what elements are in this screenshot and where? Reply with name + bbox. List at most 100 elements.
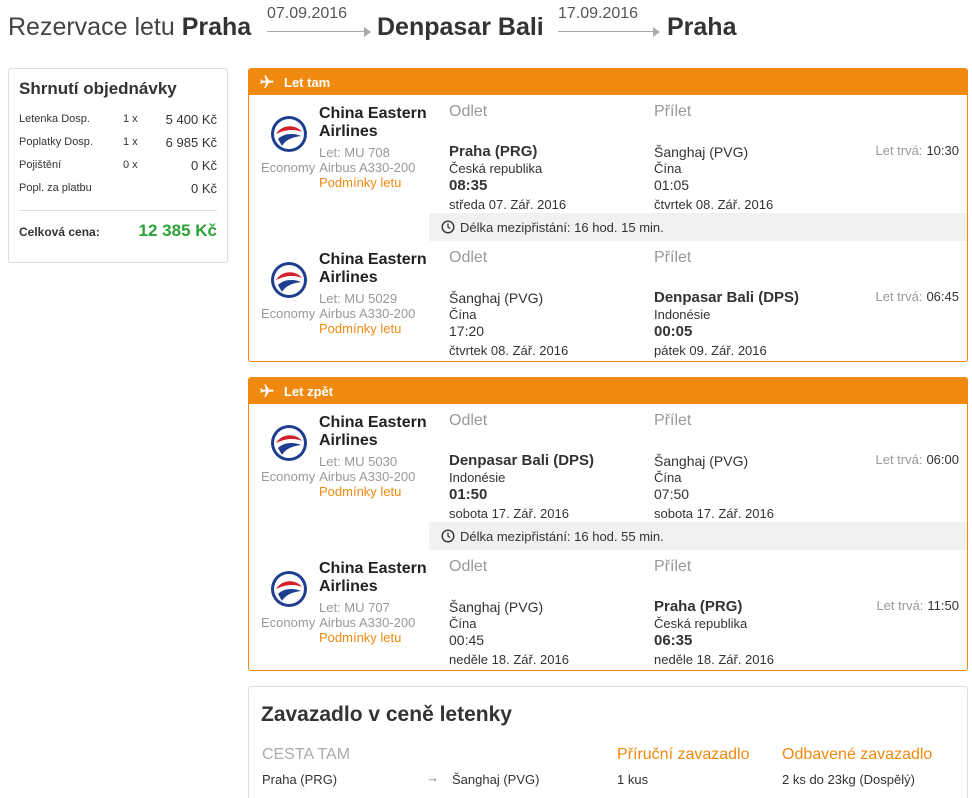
flight-number: Let: MU 5029 <box>319 291 398 306</box>
checked-baggage-value: 2 ks do 23kg (Dospělý) <box>782 772 915 787</box>
layover-text: Délka mezipřistání: 16 hod. 15 min. <box>460 220 664 235</box>
header-return-date: 17.09.2016 <box>558 5 639 22</box>
cabin-class: Economy <box>261 615 316 630</box>
cabin-aircraft: Economy Airbus A330-200 <box>261 615 415 630</box>
airplane-icon <box>260 75 274 88</box>
baggage-section: Zavazadlo v ceně letenky CESTA TAM Příru… <box>248 686 968 798</box>
arrival-date: sobota 17. Zář. 2016 <box>654 506 774 521</box>
departure-heading: Odlet <box>449 249 488 266</box>
arrival-date: pátek 09. Zář. 2016 <box>654 343 767 358</box>
flight-conditions-link[interactable]: Podmínky letu <box>319 321 401 336</box>
baggage-from: Praha (PRG) <box>262 772 338 787</box>
summary-total: Celková cena: 12 385 Kč <box>19 221 217 245</box>
departure-heading: Odlet <box>449 103 488 120</box>
airplane-icon <box>260 384 274 397</box>
aircraft: Airbus A330-200 <box>319 160 416 175</box>
duration-label: Let trvá: <box>875 289 923 304</box>
arrival-heading: Přílet <box>654 249 692 266</box>
flight-conditions-link[interactable]: Podmínky letu <box>319 175 401 190</box>
flight-number: Let: MU 707 <box>319 600 390 615</box>
summary-row-price: 5 400 Kč <box>165 112 217 127</box>
cabin-class: Economy <box>261 469 316 484</box>
departure-date: sobota 17. Zář. 2016 <box>449 506 569 521</box>
aircraft: Airbus A330-200 <box>319 306 416 321</box>
layover-text: Délka mezipřistání: 16 hod. 55 min. <box>460 529 664 544</box>
departure-city: Šanghaj (PVG) <box>449 290 544 306</box>
header-origin: Praha <box>181 13 252 41</box>
duration-value: 11:50 <box>927 598 959 613</box>
outbound-panel: Let tam China Eastern Airlines Let: MU 7… <box>248 68 968 362</box>
china-eastern-logo-icon <box>271 425 307 461</box>
total-label: Celková cena: <box>19 225 100 239</box>
flight-conditions-link[interactable]: Podmínky letu <box>319 484 401 499</box>
departure-info: Denpasar Bali (DPS) Indonésie 01:50 sobo… <box>449 452 649 522</box>
departure-country: Čína <box>449 616 477 631</box>
layover-bar: Délka mezipřistání: 16 hod. 15 min. <box>429 213 967 241</box>
summary-row-label: Poplatky Dosp. <box>19 136 93 148</box>
summary-row-label: Letenka Dosp. <box>19 113 90 125</box>
airline-name: China Eastern Airlines <box>319 251 427 286</box>
departure-city: Praha (PRG) <box>449 143 538 160</box>
inbound-panel: Let zpět China Eastern Airlines Let: MU … <box>248 377 968 671</box>
flight-number: Let: MU 5030 <box>319 454 398 469</box>
cabin-class: Economy <box>261 306 316 321</box>
duration-label: Let trvá: <box>875 452 923 467</box>
inbound-title: Let zpět <box>284 384 334 399</box>
arrival-heading: Přílet <box>654 558 692 575</box>
departure-time: 01:50 <box>449 486 488 503</box>
airline-name: China Eastern Airlines <box>319 414 427 449</box>
arrival-info: Praha (PRG) Česká republika 06:35 neděle… <box>654 598 854 668</box>
flight-leg: China Eastern Airlines Let: MU 5029 Econ… <box>249 241 967 361</box>
departure-country: Indonésie <box>449 470 506 485</box>
arrival-time: 06:35 <box>654 632 693 649</box>
arrival-heading: Přílet <box>654 412 692 429</box>
flight-duration: Let trvá: 11:50 <box>876 598 959 613</box>
arrival-city: Denpasar Bali (DPS) <box>654 289 800 306</box>
carry-on-heading: Příruční zavazadlo <box>617 746 750 763</box>
arrival-date: čtvrtek 08. Zář. 2016 <box>654 197 774 212</box>
arrival-country: Čína <box>654 470 682 485</box>
china-eastern-logo-icon <box>271 571 307 607</box>
summary-row-price: 0 Kč <box>190 158 217 173</box>
arrival-heading: Přílet <box>654 103 692 120</box>
summary-row-label: Pojištění <box>19 159 62 171</box>
arrival-date: neděle 18. Zář. 2016 <box>654 652 774 667</box>
flight-leg: China Eastern Airlines Let: MU 707 Econo… <box>249 550 967 670</box>
summary-divider <box>19 210 217 211</box>
airline-name: China Eastern Airlines <box>319 560 427 595</box>
flight-duration: Let trvá: 06:00 <box>875 452 959 467</box>
page-header: Rezervace letu Praha 07.09.2016 Denpasar… <box>8 0 968 56</box>
departure-time: 17:20 <box>449 323 485 339</box>
cabin-aircraft: Economy Airbus A330-200 <box>261 160 415 175</box>
aircraft: Airbus A330-200 <box>319 615 416 630</box>
carry-on-value: 1 kus <box>617 772 649 787</box>
duration-value: 06:45 <box>926 289 959 304</box>
cabin-aircraft: Economy Airbus A330-200 <box>261 306 415 321</box>
arrival-city: Šanghaj (PVG) <box>654 453 749 469</box>
summary-row: Pojištění 0 x 0 Kč <box>19 158 217 182</box>
summary-row-qty: 0 x <box>123 159 138 171</box>
summary-row-price: 0 Kč <box>190 181 217 196</box>
arrival-city: Šanghaj (PVG) <box>654 144 749 160</box>
baggage-direction: CESTA TAM <box>262 746 351 763</box>
aircraft: Airbus A330-200 <box>319 469 416 484</box>
total-price: 12 385 Kč <box>138 221 217 240</box>
summary-row-qty: 1 x <box>123 113 138 125</box>
departure-date: čtvrtek 08. Zář. 2016 <box>449 343 569 358</box>
departure-country: Česká republika <box>449 161 543 176</box>
china-eastern-logo-icon <box>271 262 307 298</box>
departure-info: Praha (PRG) Česká republika 08:35 středa… <box>449 143 649 213</box>
departure-heading: Odlet <box>449 558 488 575</box>
header-title: Rezervace letu Praha <box>8 13 252 41</box>
departure-info: Šanghaj (PVG) Čína 00:45 neděle 18. Zář.… <box>449 598 649 668</box>
summary-row: Popl. za platbu 0 Kč <box>19 181 217 205</box>
header-arrow-icon <box>267 27 371 37</box>
flight-number: Let: MU 708 <box>319 145 390 160</box>
flight-conditions-link[interactable]: Podmínky letu <box>319 630 401 645</box>
departure-date: neděle 18. Zář. 2016 <box>449 652 569 667</box>
arrival-time: 01:05 <box>654 177 690 193</box>
clock-icon <box>441 220 455 234</box>
departure-country: Čína <box>449 307 477 322</box>
outbound-title: Let tam <box>284 75 331 90</box>
summary-title: Shrnutí objednávky <box>19 79 177 98</box>
